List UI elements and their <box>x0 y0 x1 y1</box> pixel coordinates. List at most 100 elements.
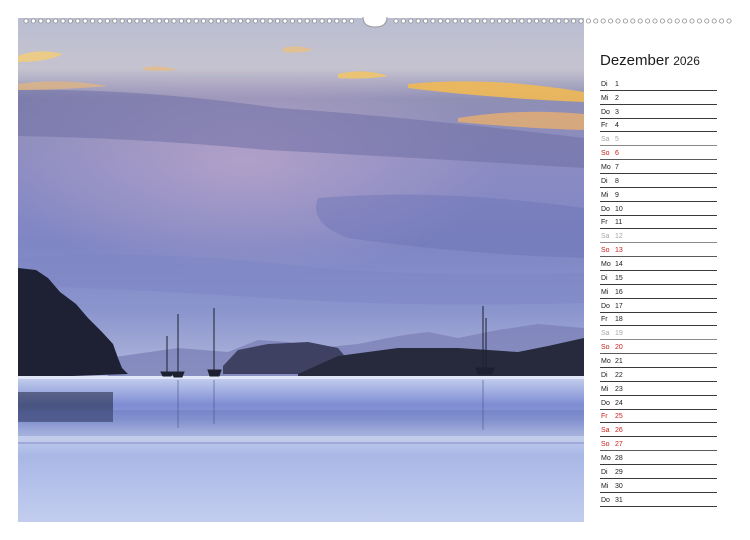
day-row: Sa 5 <box>600 132 717 147</box>
weekday-label: Di <box>601 80 608 88</box>
year-label: 2026 <box>673 54 700 68</box>
weekday-label: Mi <box>601 482 609 490</box>
weekday-label: So <box>601 247 610 255</box>
day-row: Mo 14 <box>600 257 717 272</box>
day-number: 21 <box>615 358 623 366</box>
day-number: 9 <box>615 191 619 199</box>
weekday-label: Mi <box>601 385 609 393</box>
day-row: So 6 <box>600 146 717 161</box>
landscape-photo <box>18 18 584 522</box>
weekday-label: Do <box>601 399 610 407</box>
day-number: 13 <box>615 247 623 255</box>
weekday-label: Do <box>601 108 610 116</box>
day-row: Do 10 <box>600 202 717 216</box>
day-number: 12 <box>615 233 623 241</box>
weekday-label: Sa <box>601 427 610 435</box>
day-row: Sa 26 <box>600 423 717 438</box>
weekday-label: Do <box>601 205 610 213</box>
day-row: Fr 4 <box>600 119 717 133</box>
day-number: 25 <box>615 413 623 421</box>
day-number: 3 <box>615 108 619 116</box>
day-row: Mo 7 <box>600 160 717 175</box>
day-number: 7 <box>615 164 619 172</box>
day-number: 6 <box>615 150 619 158</box>
day-row: Di 8 <box>600 174 717 188</box>
day-number: 29 <box>615 468 623 476</box>
day-row: Mi 23 <box>600 382 717 396</box>
day-row: Do 3 <box>600 105 717 119</box>
day-row: Fr 25 <box>600 410 717 424</box>
day-row: Di 15 <box>600 271 717 285</box>
weekday-label: Fr <box>601 219 608 227</box>
day-number: 17 <box>615 302 623 310</box>
day-number: 11 <box>615 219 623 227</box>
weekday-label: Mi <box>601 94 609 102</box>
day-number: 26 <box>615 427 623 435</box>
day-number: 5 <box>615 136 619 144</box>
day-row: Do 17 <box>600 299 717 313</box>
weekday-label: Di <box>601 371 608 379</box>
day-number: 8 <box>615 177 619 185</box>
day-row: Di 29 <box>600 465 717 479</box>
day-number: 22 <box>615 371 623 379</box>
day-number: 2 <box>615 94 619 102</box>
weekday-label: Mo <box>601 455 611 463</box>
day-number: 23 <box>615 385 623 393</box>
day-row: Do 24 <box>600 396 717 410</box>
day-row: Di 22 <box>600 368 717 382</box>
day-number: 10 <box>615 205 623 213</box>
day-number: 4 <box>615 122 619 130</box>
day-row: Mo 28 <box>600 451 717 466</box>
weekday-label: Fr <box>601 122 608 130</box>
day-number: 1 <box>615 80 619 88</box>
day-row: Sa 19 <box>600 326 717 341</box>
day-number: 18 <box>615 316 623 324</box>
weekday-label: So <box>601 441 610 449</box>
day-row: Sa 12 <box>600 229 717 244</box>
day-row: Mi 9 <box>600 188 717 202</box>
month-name: Dezember <box>600 52 670 69</box>
weekday-label: Di <box>601 274 608 282</box>
day-row: So 13 <box>600 243 717 258</box>
day-number: 15 <box>615 274 623 282</box>
day-number: 28 <box>615 455 623 463</box>
day-number: 27 <box>615 441 623 449</box>
weekday-label: Fr <box>601 413 608 421</box>
weekday-label: Mo <box>601 358 611 366</box>
day-number: 14 <box>615 261 623 269</box>
weekday-label: Di <box>601 177 608 185</box>
weekday-label: Do <box>601 496 610 504</box>
day-number: 30 <box>615 482 623 490</box>
weekday-label: Mo <box>601 164 611 172</box>
hanger-hook <box>362 16 388 28</box>
day-row: Mi 16 <box>600 285 717 299</box>
weekday-label: So <box>601 344 610 352</box>
weekday-label: Mo <box>601 261 611 269</box>
weekday-label: Sa <box>601 330 610 338</box>
day-row: Di 1 <box>600 77 717 91</box>
weekday-label: Sa <box>601 136 610 144</box>
calendar-panel: Dezember 2026 Di 1 Mi 2 Do 3 Fr 4 Sa 5 So 6 Mo 7 Di 8 Mi 9… <box>584 18 732 522</box>
day-row: Mi 30 <box>600 479 717 493</box>
calendar-page: Dezember 2026 Di 1 Mi 2 Do 3 Fr 4 Sa 5 So 6 Mo 7 Di 8 Mi 9… <box>0 0 750 540</box>
weekday-label: Di <box>601 468 608 476</box>
day-number: 31 <box>615 496 623 504</box>
weekday-label: Do <box>601 302 610 310</box>
day-list: Di 1 Mi 2 Do 3 Fr 4 Sa 5 So 6 Mo 7 Di 8 Mi 9 Do 10 Fr 11 Sa 12 S… <box>600 77 717 507</box>
day-row: So 27 <box>600 437 717 452</box>
day-number: 24 <box>615 399 623 407</box>
spiral-binding <box>0 10 750 34</box>
day-number: 19 <box>615 330 623 338</box>
weekday-label: Sa <box>601 233 610 241</box>
day-number: 20 <box>615 344 623 352</box>
day-row: Mo 21 <box>600 354 717 369</box>
day-row: Do 31 <box>600 493 717 507</box>
weekday-label: So <box>601 150 610 158</box>
month-title: Dezember 2026 <box>600 52 700 69</box>
day-row: Fr 11 <box>600 216 717 230</box>
day-row: Mi 2 <box>600 91 717 105</box>
day-row: Fr 18 <box>600 313 717 327</box>
weekday-label: Mi <box>601 288 609 296</box>
weekday-label: Fr <box>601 316 608 324</box>
weekday-label: Mi <box>601 191 609 199</box>
